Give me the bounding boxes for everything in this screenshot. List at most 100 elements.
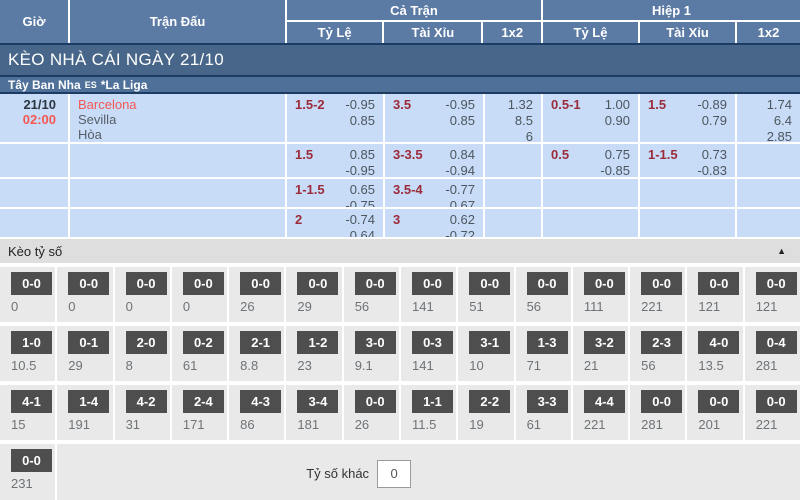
score-button[interactable]: 3-3 [527,390,568,413]
score-button[interactable]: 4-3 [240,390,281,413]
score-button[interactable]: 4-1 [11,390,52,413]
odds-cell-full-overunder[interactable]: 3-3.50.84-0.94 [385,144,485,177]
score-cell: 0-00 [57,267,112,322]
score-odds-value: 201 [687,417,742,432]
score-button[interactable]: 3-4 [297,390,338,413]
score-button[interactable]: 1-2 [297,331,338,354]
score-button[interactable]: 3-1 [469,331,510,354]
odds-rate[interactable]: 0.64 [302,228,375,237]
score-button[interactable]: 0-0 [126,272,167,295]
score-button[interactable]: 0-1 [68,331,109,354]
odds-rate[interactable]: -0.74 [302,212,375,228]
odds-rate[interactable]: -0.85 [569,163,630,177]
score-button[interactable]: 0-0 [641,272,682,295]
odds-cell-half-overunder[interactable]: 1.5-0.890.79 [640,94,737,142]
league-bar[interactable]: Tây Ban Nha ES *La Liga [0,77,800,94]
odds-rate[interactable]: 0.75 [569,147,630,163]
score-button[interactable]: 3-2 [584,331,625,354]
score-button[interactable]: 0-2 [183,331,224,354]
odds-rate[interactable]: -0.95 [313,163,375,177]
score-button[interactable]: 0-0 [412,272,453,295]
score-button[interactable]: 4-0 [698,331,739,354]
odds-rate[interactable]: 0.84 [423,147,475,163]
score-button[interactable]: 1-4 [68,390,109,413]
odds-rate[interactable]: 0.65 [325,182,375,198]
col-header-full-overunder: Tài Xỉu [384,22,483,43]
score-button[interactable]: 0-0 [469,272,510,295]
odds-rate[interactable]: 0.67 [423,198,475,207]
score-section-header[interactable]: Kèo tỷ số ▲ [0,239,800,263]
odds-rate[interactable]: 2.85 [745,129,792,142]
score-button[interactable]: 0-4 [756,331,797,354]
odds-cell-full-overunder[interactable]: 3.5-0.950.85 [385,94,485,142]
score-button[interactable]: 1-3 [527,331,568,354]
score-button[interactable]: 0-0 [355,390,396,413]
odds-cell-full-handicap[interactable]: 1.50.85-0.95 [287,144,385,177]
odds-cell-full-overunder[interactable]: 3.5-4-0.770.67 [385,179,485,207]
odds-cell-full-overunder[interactable]: 30.62-0.72 [385,209,485,237]
odds-rate[interactable]: -0.77 [423,182,475,198]
score-button[interactable]: 2-4 [183,390,224,413]
score-button[interactable]: 0-0 [355,272,396,295]
odds-rate[interactable]: -0.89 [666,97,727,113]
score-cell: 2-219 [458,385,513,440]
score-button[interactable]: 0-0 [297,272,338,295]
score-button[interactable]: 0-0 [527,272,568,295]
handicap-value: 1.5-2 [295,97,325,129]
score-button[interactable]: 0-0 [584,272,625,295]
odds-rate[interactable]: 6 [493,129,533,142]
odds-rate[interactable]: 0.62 [400,212,475,228]
score-button[interactable]: 0-0 [756,390,797,413]
odds-rate[interactable]: 0.90 [581,113,630,129]
odds-rate[interactable]: 1.32 [493,97,533,113]
score-cell: 0-0141 [401,267,456,322]
score-button[interactable]: 4-4 [584,390,625,413]
score-button[interactable]: 2-0 [126,331,167,354]
score-button[interactable]: 0-0 [240,272,281,295]
score-button[interactable]: 4-2 [126,390,167,413]
odds-cell-full-handicap[interactable]: 1-1.50.65-0.75 [287,179,385,207]
col-group-first-half: Hiệp 1 Tỷ Lệ Tài Xỉu 1x2 [543,0,800,43]
odds-rate[interactable]: -0.72 [400,228,475,237]
score-button[interactable]: 0-0 [698,272,739,295]
score-button[interactable]: 0-0 [756,272,797,295]
odds-rate[interactable]: -0.95 [325,97,375,113]
score-button[interactable]: 0-0 [68,272,109,295]
odds-cell-full-1x2[interactable]: 1.328.56 [485,94,543,142]
score-button[interactable]: 3-0 [355,331,396,354]
score-odds-value: 141 [401,358,456,373]
league-country-code: ES [85,80,97,90]
odds-rate[interactable]: 0.79 [666,113,727,129]
odds-rate[interactable]: 1.00 [581,97,630,113]
score-button[interactable]: 1-0 [11,331,52,354]
odds-cell-half-overunder[interactable]: 1-1.50.73-0.83 [640,144,737,177]
collapse-arrow-icon[interactable]: ▲ [777,246,786,256]
score-button[interactable]: 0-0 [11,272,52,295]
odds-rate[interactable]: 0.85 [411,113,475,129]
odds-rate[interactable]: 6.4 [745,113,792,129]
odds-rate[interactable]: 1.74 [745,97,792,113]
odds-cell-half-handicap[interactable]: 0.50.75-0.85 [543,144,640,177]
odds-rate[interactable]: 0.85 [325,113,375,129]
score-button[interactable]: 2-1 [240,331,281,354]
odds-rate[interactable]: 0.73 [678,147,727,163]
odds-rate[interactable]: -0.75 [325,198,375,207]
score-button[interactable]: 0-0 [641,390,682,413]
odds-cell-full-handicap[interactable]: 1.5-2-0.950.85 [287,94,385,142]
score-button[interactable]: 0-0 [698,390,739,413]
score-button[interactable]: 1-1 [412,390,453,413]
odds-cell-half-1x2[interactable]: 1.746.42.85 [737,94,800,142]
score-button[interactable]: 0-3 [412,331,453,354]
odds-rate[interactable]: -0.95 [411,97,475,113]
odds-rate[interactable]: 0.85 [313,147,375,163]
odds-cell-half-handicap[interactable]: 0.5-11.000.90 [543,94,640,142]
score-button[interactable]: 2-3 [641,331,682,354]
score-button[interactable]: 2-2 [469,390,510,413]
odds-rate[interactable]: -0.94 [423,163,475,177]
score-button[interactable]: 0-0 [11,449,52,472]
odds-rate[interactable]: -0.83 [678,163,727,177]
other-score-input[interactable]: 0 [377,460,411,488]
score-button[interactable]: 0-0 [183,272,224,295]
odds-cell-full-handicap[interactable]: 2-0.740.64 [287,209,385,237]
odds-rate[interactable]: 8.5 [493,113,533,129]
